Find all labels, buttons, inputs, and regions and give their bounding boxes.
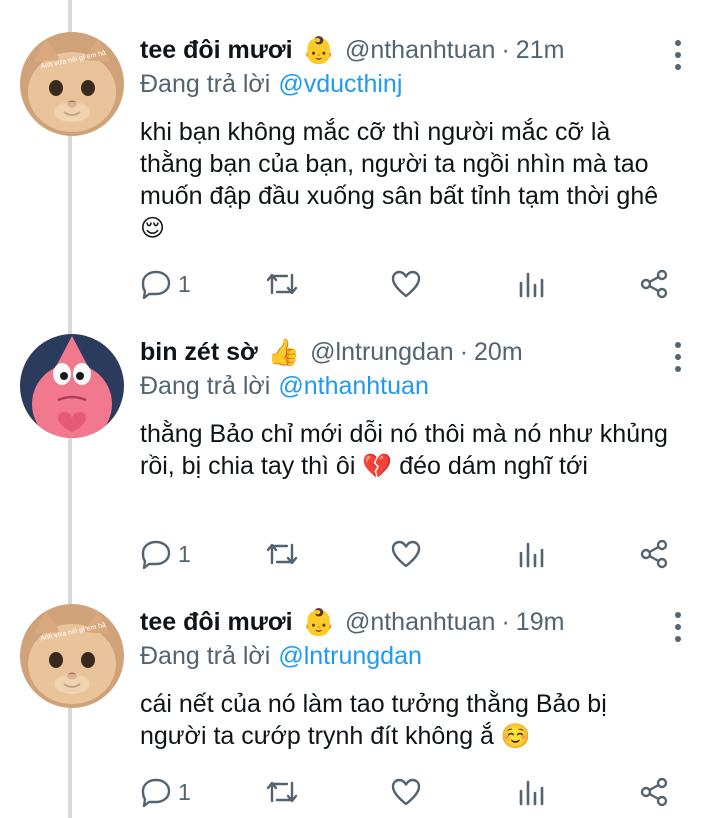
timestamp[interactable]: 21m xyxy=(516,36,565,65)
replying-to: Đang trả lời @vducthinj xyxy=(140,70,402,99)
retweet-icon xyxy=(266,543,298,565)
timestamp[interactable]: 20m xyxy=(474,338,523,367)
mention-link[interactable]: @vducthinj xyxy=(278,70,402,98)
tweet-text-after: đéo dám nghĩ tới xyxy=(399,452,588,480)
tweet-text: khi bạn không mắc cỡ thì người mắc cỡ là… xyxy=(140,116,670,245)
cat-avatar-icon: Anh vừa nói gì em hả xyxy=(20,604,124,708)
share-icon xyxy=(640,269,668,299)
mention-link[interactable]: @nthanhtuan xyxy=(278,372,429,400)
avatar[interactable] xyxy=(20,334,124,438)
separator: · xyxy=(501,35,510,64)
tweet-text: thằng Bảo chỉ mới dỗi nó thôi mà nó như … xyxy=(140,418,670,483)
action-bar: 1 xyxy=(140,536,680,572)
share-button[interactable] xyxy=(638,536,670,572)
retweet-button[interactable] xyxy=(264,266,300,302)
avatar[interactable]: Anh vừa nói gì em hả xyxy=(20,604,124,708)
heart-icon xyxy=(391,270,421,298)
heart-icon xyxy=(391,778,421,806)
analytics-icon xyxy=(519,542,544,568)
name-emoji: 👶 xyxy=(302,607,335,637)
mention-link[interactable]: @lntrungdan xyxy=(278,642,422,670)
retweet-icon xyxy=(266,781,298,803)
display-name[interactable]: tee đôi mươi xyxy=(140,608,293,637)
views-button[interactable] xyxy=(516,774,546,810)
tweet-text-emoji: ☺️ xyxy=(500,723,531,750)
more-vertical-icon[interactable] xyxy=(668,342,688,372)
retweet-icon xyxy=(266,273,298,295)
views-button[interactable] xyxy=(516,536,546,572)
tweet-text: cái nết của nó làm tao tưởng thằng Bảo b… xyxy=(140,688,670,753)
comment-icon xyxy=(141,270,171,299)
reply-count: 1 xyxy=(178,540,191,567)
patrick-avatar-icon xyxy=(20,334,124,438)
like-button[interactable] xyxy=(390,266,422,302)
action-bar: 1 xyxy=(140,774,680,810)
analytics-icon xyxy=(519,272,544,298)
handle[interactable]: @nthanhtuan xyxy=(345,36,496,65)
tweet-text-emoji: 💔 xyxy=(362,453,393,480)
share-button[interactable] xyxy=(638,774,670,810)
analytics-icon xyxy=(519,780,544,806)
retweet-button[interactable] xyxy=(264,774,300,810)
tweet-text-content: khi bạn không mắc cỡ thì người mắc cỡ là… xyxy=(140,118,659,210)
comment-icon xyxy=(141,540,171,569)
reply-count: 1 xyxy=(178,778,191,805)
more-vertical-icon[interactable] xyxy=(668,40,688,70)
name-emoji: 👶 xyxy=(302,35,335,65)
tweet-text-content: cái nết của nó làm tao tưởng thằng Bảo b… xyxy=(140,690,607,750)
like-button[interactable] xyxy=(390,536,422,572)
display-name[interactable]: bin zét sờ xyxy=(140,338,258,367)
replying-to-label: Đang trả lời xyxy=(140,70,271,98)
views-button[interactable] xyxy=(516,266,546,302)
more-vertical-icon[interactable] xyxy=(668,612,688,642)
action-bar: 1 xyxy=(140,266,680,302)
replying-to: Đang trả lời @nthanhtuan xyxy=(140,372,429,401)
name-emoji: 👍 xyxy=(267,337,301,367)
reply-button[interactable]: 1 xyxy=(140,536,191,572)
cat-avatar-icon: Anh vừa nói gì em hả xyxy=(20,32,124,136)
tweet-header: tee đôi mươi 👶 @nthanhtuan · 19m xyxy=(140,606,564,638)
tweet-text-emoji: 😌 xyxy=(140,215,166,242)
reply-button[interactable]: 1 xyxy=(140,266,191,302)
timestamp[interactable]: 19m xyxy=(516,608,565,637)
reply-count: 1 xyxy=(178,270,191,297)
separator: · xyxy=(459,337,469,366)
replying-to-label: Đang trả lời xyxy=(140,642,271,670)
comment-icon xyxy=(141,778,171,807)
separator: · xyxy=(501,607,510,636)
handle[interactable]: @nthanhtuan xyxy=(345,608,496,637)
tweet-header: tee đôi mươi 👶 @nthanhtuan · 21m xyxy=(140,34,564,66)
replying-to-label: Đang trả lời xyxy=(140,372,271,400)
replying-to: Đang trả lời @lntrungdan xyxy=(140,642,422,671)
reply-button[interactable]: 1 xyxy=(140,774,191,810)
heart-icon xyxy=(391,540,421,568)
display-name[interactable]: tee đôi mươi xyxy=(140,36,293,65)
retweet-button[interactable] xyxy=(264,536,300,572)
share-icon xyxy=(640,777,668,807)
share-button[interactable] xyxy=(638,266,670,302)
avatar[interactable]: Anh vừa nói gì em hả xyxy=(20,32,124,136)
tweet-header: bin zét sờ 👍 @lntrungdan · 20m xyxy=(140,336,523,368)
like-button[interactable] xyxy=(390,774,422,810)
handle[interactable]: @lntrungdan xyxy=(310,338,454,367)
share-icon xyxy=(640,539,668,569)
